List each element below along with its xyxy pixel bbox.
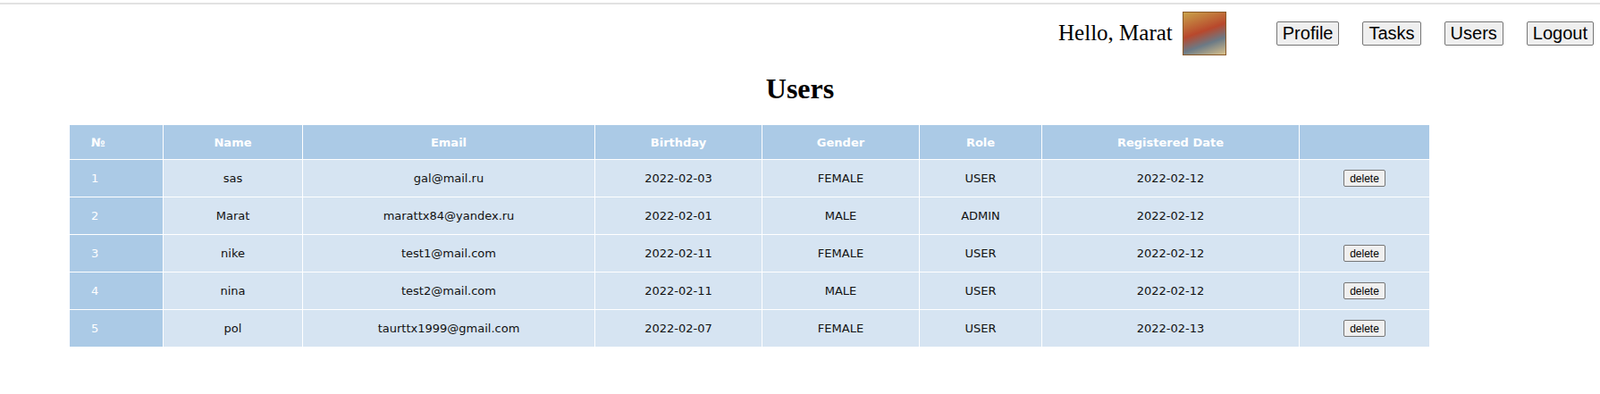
delete-button[interactable]: delete bbox=[1343, 320, 1386, 337]
table-cell: MALE bbox=[762, 272, 920, 311]
nav-button[interactable]: Profile bbox=[1276, 21, 1340, 46]
column-header bbox=[1299, 125, 1431, 160]
header: Hello, Marat Profile Tasks Users Logout bbox=[0, 4, 1600, 57]
column-header: Gender bbox=[762, 125, 920, 160]
greeting: Hello, Marat bbox=[1058, 20, 1173, 46]
table-cell: USER bbox=[919, 160, 1043, 198]
action-cell: delete bbox=[1299, 272, 1431, 311]
column-header: Birthday bbox=[595, 125, 763, 160]
column-header: Role bbox=[919, 125, 1043, 160]
avatar-image bbox=[1182, 11, 1227, 56]
table-row: 2Maratmarattx84@yandex.ru2022-02-01MALEA… bbox=[69, 197, 1431, 236]
table-cell: pol bbox=[163, 310, 304, 348]
table-cell: MALE bbox=[762, 197, 920, 236]
nav-button[interactable]: Users bbox=[1444, 21, 1504, 46]
delete-button[interactable]: delete bbox=[1343, 282, 1386, 300]
column-header: Email bbox=[303, 125, 596, 160]
table-cell: 2022-02-12 bbox=[1042, 160, 1300, 198]
table-row: 5poltaurttx1999@gmail.com2022-02-07FEMAL… bbox=[69, 310, 1431, 348]
table-cell: 2022-02-11 bbox=[595, 272, 763, 311]
header-row: №NameEmailBirthdayGenderRoleRegistered D… bbox=[69, 125, 1431, 160]
table-cell: 2022-02-12 bbox=[1042, 272, 1300, 311]
column-header: Name bbox=[163, 125, 304, 160]
action-cell: delete bbox=[1299, 235, 1431, 273]
table-cell: FEMALE bbox=[762, 310, 920, 348]
table-cell: FEMALE bbox=[762, 160, 920, 198]
table-cell: Marat bbox=[163, 197, 304, 236]
table-row: 1sasgal@mail.ru2022-02-03FEMALEUSER2022-… bbox=[69, 160, 1431, 198]
column-header: № bbox=[69, 125, 164, 160]
table-cell: 1 bbox=[69, 160, 164, 198]
table-wrap: №NameEmailBirthdayGenderRoleRegistered D… bbox=[0, 125, 1600, 348]
table-cell: USER bbox=[919, 272, 1043, 311]
table-cell: FEMALE bbox=[762, 235, 920, 273]
table-cell: 3 bbox=[69, 235, 164, 273]
delete-button[interactable]: delete bbox=[1343, 169, 1386, 187]
delete-button[interactable]: delete bbox=[1343, 244, 1386, 262]
table-cell: gal@mail.ru bbox=[303, 160, 596, 198]
table-cell: 2022-02-03 bbox=[595, 160, 763, 198]
table-cell: nike bbox=[163, 235, 304, 273]
users-table: №NameEmailBirthdayGenderRoleRegistered D… bbox=[69, 125, 1431, 348]
table-cell: 2022-02-12 bbox=[1042, 235, 1300, 273]
table-cell: test1@mail.com bbox=[303, 235, 596, 273]
table-cell: USER bbox=[919, 235, 1043, 273]
page-title: Users bbox=[0, 72, 1600, 106]
top-line bbox=[0, 2, 1600, 5]
table-cell: 2 bbox=[69, 197, 164, 236]
nav-button[interactable]: Logout bbox=[1526, 21, 1594, 46]
table-cell: 2022-02-11 bbox=[595, 235, 763, 273]
table-cell: test2@mail.com bbox=[303, 272, 596, 311]
table-cell: 2022-02-01 bbox=[595, 197, 763, 236]
table-cell: ADMIN bbox=[919, 197, 1043, 236]
action-cell: delete bbox=[1299, 310, 1431, 348]
action-cell: delete bbox=[1299, 160, 1431, 198]
table-cell: 4 bbox=[69, 272, 164, 311]
table-cell: sas bbox=[163, 160, 304, 198]
table-cell: 2022-02-13 bbox=[1042, 310, 1300, 348]
action-cell bbox=[1299, 197, 1431, 236]
table-cell: 2022-02-12 bbox=[1042, 197, 1300, 236]
table-cell: USER bbox=[919, 310, 1043, 348]
table-cell: marattx84@yandex.ru bbox=[303, 197, 596, 236]
table-cell: nina bbox=[163, 272, 304, 311]
column-header: Registered Date bbox=[1042, 125, 1300, 160]
table-cell: 5 bbox=[69, 310, 164, 348]
table-row: 4ninatest2@mail.com2022-02-11MALEUSER202… bbox=[69, 272, 1431, 311]
table-cell: 2022-02-07 bbox=[595, 310, 763, 348]
table-cell: taurttx1999@gmail.com bbox=[303, 310, 596, 348]
table-row: 3niketest1@mail.com2022-02-11FEMALEUSER2… bbox=[69, 235, 1431, 273]
nav-button[interactable]: Tasks bbox=[1362, 21, 1421, 46]
